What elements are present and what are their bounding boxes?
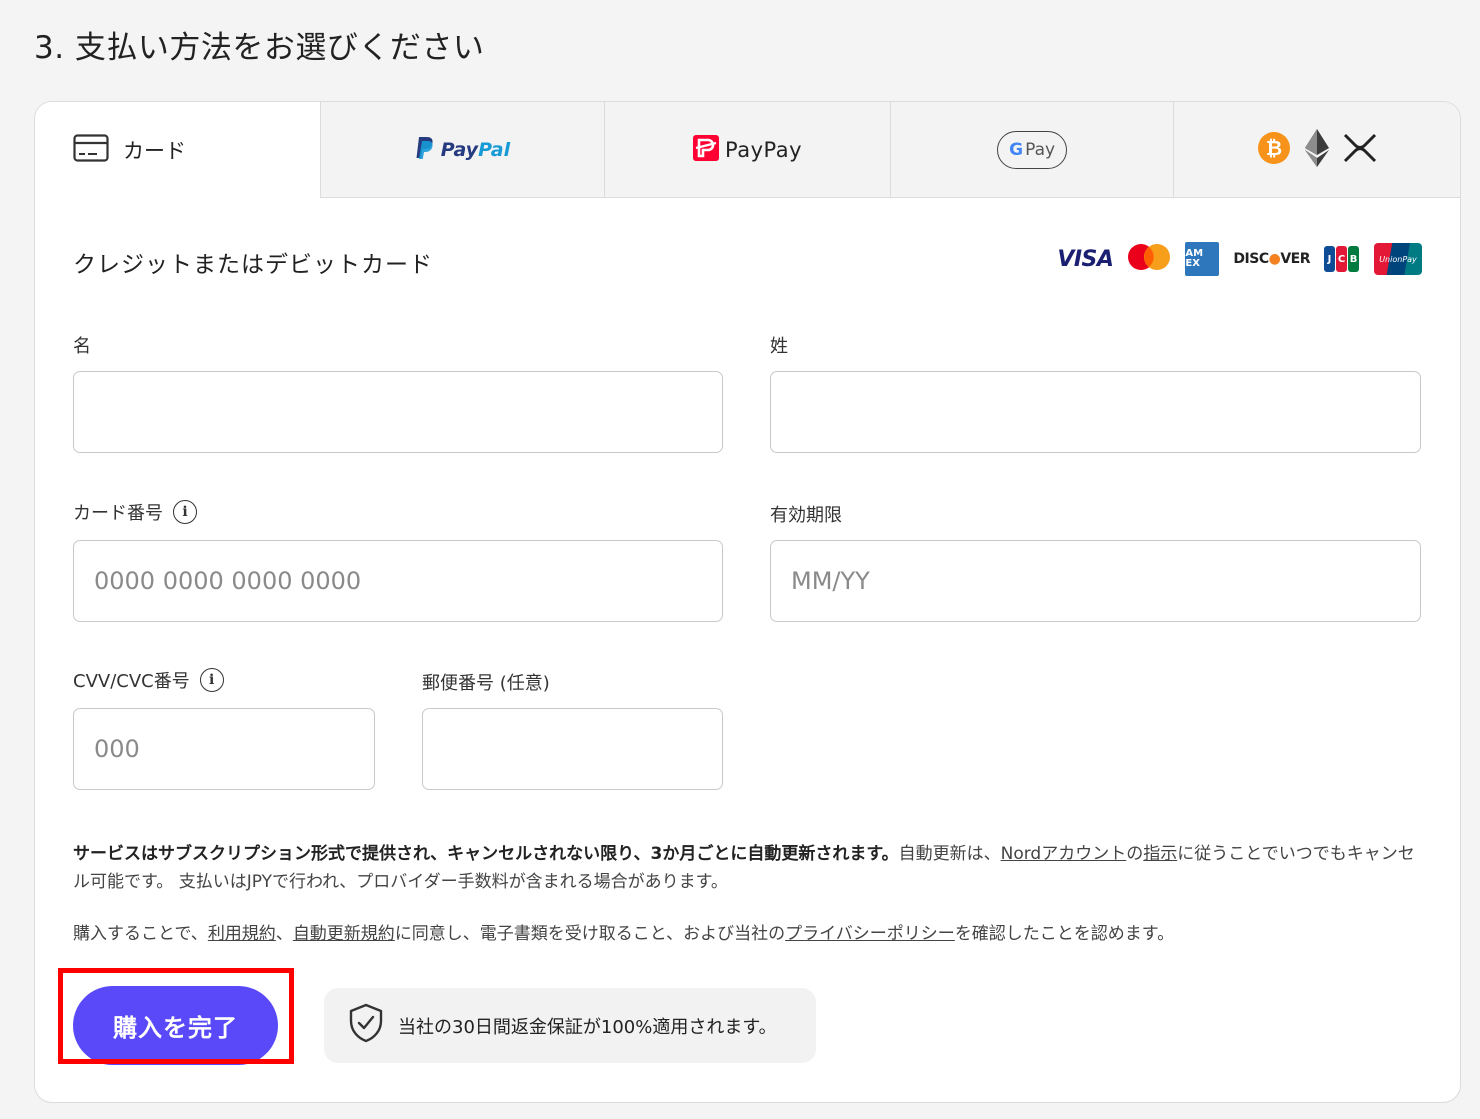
terms-of-service-link[interactable]: 利用規約 [208,924,276,944]
privacy-policy-link[interactable]: プライバシーポリシー [785,924,955,944]
card-number-input[interactable] [73,540,723,622]
visa-logo: VISA [1057,246,1114,272]
step-title: 3. 支払い方法をお選びください [34,30,485,66]
tab-paypal[interactable]: PayPal [319,102,605,198]
svg-text:₿: ₿ [1266,136,1282,160]
google-pay-logo: G Pay [997,130,1068,169]
purchase-consent: 購入することで、利用規約、自動更新規約に同意し、電子書類を受け取ること、および当… [73,924,1175,944]
unionpay-logo: UnionPay [1374,243,1422,275]
card-section-title: クレジットまたはデビットカード [73,252,433,278]
auto-renewal-terms-link[interactable]: 自動更新規約 [293,924,395,944]
payment-method-tabs: カード PayPal PayPay G Pay ₿ [35,102,1460,198]
credit-card-icon [73,134,109,166]
nord-account-link[interactable]: Nordアカウント [1001,844,1127,864]
tab-paypay-label: PayPay [725,137,803,162]
xrp-icon [1343,133,1377,167]
shield-check-icon [348,1003,384,1048]
payment-panel: カード PayPal PayPay G Pay ₿ クレジットまたはデビットカー… [34,101,1461,1103]
tab-googlepay[interactable]: G Pay [889,102,1174,198]
ethereum-icon [1305,128,1330,171]
mastercard-icon [1127,243,1171,275]
first-name-label: 名 [73,336,91,357]
paypay-logo-icon [693,134,719,165]
last-name-label: 姓 [770,336,788,357]
money-back-guarantee: 当社の30日間返金保証が100%適用されます。 [324,988,816,1063]
guarantee-text: 当社の30日間返金保証が100%適用されます。 [398,1016,777,1038]
last-name-input[interactable] [770,371,1421,453]
card-number-label: カード番号 i [73,499,197,525]
highlight-box [58,968,294,1064]
card-number-info-icon[interactable]: i [173,500,197,524]
expiry-input[interactable] [770,540,1421,622]
discover-logo: DISC●VER [1233,251,1310,267]
cvv-input[interactable] [73,708,375,790]
tab-card[interactable]: カード [35,102,320,198]
bitcoin-icon: ₿ [1257,131,1291,169]
jcb-logo: J C B [1324,246,1360,272]
first-name-input[interactable] [73,371,723,453]
cvv-info-icon[interactable]: i [199,668,224,692]
paypal-logo-icon [415,136,435,164]
instructions-link[interactable]: 指示 [1143,844,1177,864]
expiry-label: 有効期限 [770,505,842,526]
cvv-label: CVV/CVC番号 i [73,667,224,693]
google-g-icon: G [1009,139,1024,160]
tab-crypto[interactable]: ₿ [1173,102,1460,198]
postal-code-input[interactable] [422,708,723,790]
tab-card-label: カード [123,139,186,163]
tab-paypal-label: PayPal [440,138,511,161]
card-brand-logos: VISA AM EX DISC●VER J C B UnionPay [1057,242,1422,276]
postal-code-label: 郵便番号 (任意) [422,673,550,694]
amex-logo: AM EX [1185,242,1220,276]
subscription-terms: サービスはサブスクリプション形式で提供され、キャンセルされない限り、3か月ごとに… [73,844,1415,892]
tab-paypay[interactable]: PayPay [604,102,890,198]
